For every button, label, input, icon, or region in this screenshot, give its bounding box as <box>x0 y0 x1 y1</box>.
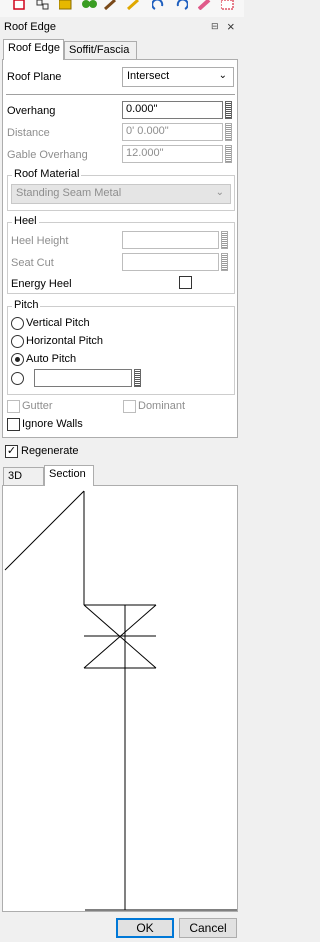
nodes-icon[interactable] <box>36 0 49 10</box>
tab-label: Section <box>49 468 86 480</box>
distance-label: Distance <box>7 127 50 139</box>
distance-spinner[interactable] <box>225 123 232 141</box>
gutter-checkbox[interactable] <box>7 400 20 413</box>
tab-roof-edge[interactable]: Roof Edge <box>3 39 64 60</box>
overhang-field[interactable]: 0.000" <box>122 101 223 119</box>
divider <box>6 94 235 95</box>
roof-material-value: Standing Seam Metal <box>16 187 122 199</box>
heel-height-field[interactable] <box>122 231 219 249</box>
horizontal-pitch-label: Horizontal Pitch <box>26 335 104 347</box>
radio-selected-dot <box>15 357 20 362</box>
vertical-pitch-label: Vertical Pitch <box>26 317 90 329</box>
brush-icon[interactable] <box>103 0 117 11</box>
tab-section[interactable]: Section <box>44 465 94 486</box>
section-drawing <box>4 490 237 911</box>
dominant-checkbox[interactable] <box>123 400 136 413</box>
gable-overhang-label: Gable Overhang <box>7 149 88 161</box>
horizontal-pitch-radio[interactable] <box>11 335 24 348</box>
folder-lock-icon[interactable] <box>58 0 72 10</box>
auto-pitch-label: Auto Pitch <box>26 353 77 365</box>
gable-overhang-field[interactable]: 12.000" <box>122 145 223 163</box>
energy-heel-label: Energy Heel <box>11 278 72 290</box>
cancel-button[interactable]: Cancel <box>179 918 237 938</box>
custom-pitch-field[interactable] <box>34 369 132 387</box>
custom-pitch-radio[interactable] <box>11 372 24 385</box>
tab-label: Soffit/Fascia <box>69 44 130 56</box>
pencil-icon[interactable] <box>126 0 140 11</box>
eraser-icon[interactable] <box>197 0 211 11</box>
tab-3d[interactable]: 3D <box>3 467 44 486</box>
gable-overhang-value: 12.000" <box>126 147 164 159</box>
custom-pitch-spinner[interactable] <box>134 369 141 387</box>
ok-button[interactable]: OK <box>116 918 174 938</box>
tab-soffit-fascia[interactable]: Soffit/Fascia <box>64 41 137 60</box>
cancel-label: Cancel <box>189 921 227 935</box>
dominant-label: Dominant <box>138 400 186 412</box>
overhang-value: 0.000" <box>126 103 158 115</box>
check-icon: ✓ <box>6 445 17 457</box>
gutter-label: Gutter <box>22 400 53 412</box>
overhang-label: Overhang <box>7 105 56 117</box>
seat-cut-field[interactable] <box>122 253 219 271</box>
undo-icon[interactable] <box>151 0 165 10</box>
ok-label: OK <box>136 921 154 935</box>
heel-title: Heel <box>12 215 39 227</box>
gable-overhang-spinner[interactable] <box>225 145 232 163</box>
pitch-title: Pitch <box>12 299 41 311</box>
close-icon[interactable]: × <box>227 19 235 34</box>
new-file-icon[interactable] <box>13 0 26 10</box>
trees-icon[interactable] <box>82 0 97 10</box>
tab-label: Roof Edge <box>8 42 60 54</box>
ignore-walls-checkbox[interactable] <box>7 418 20 431</box>
redo-icon[interactable] <box>175 0 189 10</box>
tab-label: 3D <box>8 470 23 482</box>
roof-plane-select[interactable]: Intersect ⌄ <box>122 67 234 87</box>
chevron-down-icon: ⌄ <box>215 187 224 198</box>
vertical-pitch-radio[interactable] <box>11 317 24 330</box>
seat-cut-label: Seat Cut <box>11 257 54 269</box>
auto-pitch-radio[interactable] <box>11 353 24 366</box>
roof-edge-panel: Roof Plane Intersect ⌄ Overhang 0.000" D… <box>2 59 238 438</box>
heel-height-label: Heel Height <box>11 235 69 247</box>
window-title: Roof Edge <box>4 21 56 33</box>
energy-heel-checkbox[interactable] <box>179 276 192 289</box>
ignore-walls-label: Ignore Walls <box>22 418 83 430</box>
roof-material-title: Roof Material <box>12 168 82 180</box>
grid-icon[interactable] <box>220 0 234 10</box>
regenerate-label: Regenerate <box>21 445 79 457</box>
pin-icon[interactable]: ⊟ <box>211 21 219 32</box>
seat-cut-spinner[interactable] <box>221 253 228 271</box>
distance-value: 0' 0.000" <box>126 125 169 137</box>
overhang-spinner[interactable] <box>225 101 232 119</box>
roof-plane-value: Intersect <box>127 70 170 82</box>
toolbar <box>0 0 244 17</box>
chevron-down-icon: ⌄ <box>218 70 227 81</box>
section-preview-canvas[interactable] <box>2 485 238 912</box>
heel-height-spinner[interactable] <box>221 231 228 249</box>
roof-material-select[interactable]: Standing Seam Metal ⌄ <box>11 184 231 204</box>
roof-plane-label: Roof Plane <box>7 71 62 83</box>
distance-field[interactable]: 0' 0.000" <box>122 123 223 141</box>
regenerate-checkbox[interactable]: ✓ <box>5 445 18 458</box>
